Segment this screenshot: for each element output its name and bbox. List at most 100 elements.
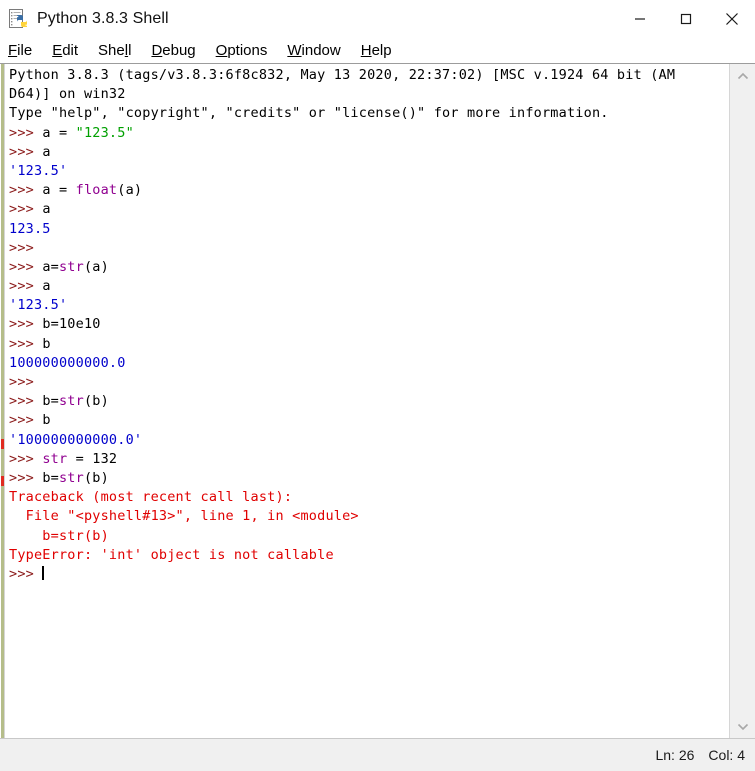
- shell-line: >>>: [9, 373, 729, 392]
- menu-item-edit[interactable]: Edit: [52, 43, 78, 58]
- scroll-track[interactable]: [730, 88, 755, 714]
- prompt-marker: >>>: [9, 124, 43, 141]
- prompt-marker: >>>: [9, 565, 43, 582]
- status-col-number: Col: 4: [708, 747, 745, 763]
- error-text: Traceback (most recent call last):: [9, 489, 293, 506]
- shell-line: >>> b=10e10: [9, 315, 729, 334]
- shell-line: >>>: [9, 565, 729, 584]
- menu-bar: File Edit Shell Debug Options Window Hel…: [0, 38, 755, 63]
- prompt-marker: >>>: [9, 239, 43, 256]
- shell-line: >>> b: [9, 335, 729, 354]
- code-text: b=10e10: [42, 316, 101, 333]
- shell-line: Type "help", "copyright", "credits" or "…: [9, 104, 729, 123]
- shell-line: >>> b: [9, 411, 729, 430]
- code-text: a=: [42, 258, 59, 275]
- minimize-button[interactable]: [617, 0, 663, 38]
- shell-line: 100000000000.0: [9, 354, 729, 373]
- shell-line: File "<pyshell#13>", line 1, in <module>: [9, 507, 729, 526]
- shell-line: Traceback (most recent call last):: [9, 488, 729, 507]
- vertical-scrollbar[interactable]: [729, 64, 755, 738]
- code-text: (b): [83, 393, 109, 410]
- shell-line: 123.5: [9, 220, 729, 239]
- code-text: a =: [42, 124, 76, 141]
- prompt-marker: >>>: [9, 469, 43, 486]
- prompt-marker: >>>: [9, 182, 43, 199]
- window-title: Python 3.8.3 Shell: [37, 10, 169, 27]
- code-text: = 132: [67, 450, 118, 467]
- banner-text: Type "help", "copyright", "credits" or "…: [9, 105, 609, 122]
- code-text: a: [42, 278, 51, 295]
- code-text: b: [42, 412, 51, 429]
- menu-item-shell[interactable]: Shell: [98, 43, 131, 58]
- prompt-marker: >>>: [9, 143, 43, 160]
- shell-line: >>>: [9, 239, 729, 258]
- python-idle-icon: [8, 8, 30, 30]
- prompt-marker: >>>: [9, 393, 43, 410]
- shell-line: TypeError: 'int' object is not callable: [9, 546, 729, 565]
- window-controls: [617, 0, 755, 38]
- banner-text: Python 3.8.3 (tags/v3.8.3:6f8c832, May 1…: [9, 67, 676, 83]
- prompt-marker: >>>: [9, 258, 43, 275]
- title-bar: Python 3.8.3 Shell: [0, 0, 755, 38]
- output-text: 100000000000.0: [9, 354, 126, 371]
- error-text: b=str(b): [9, 527, 109, 544]
- shell-line: >>> a = float(a): [9, 181, 729, 200]
- status-bar: Ln: 26 Col: 4: [0, 738, 755, 771]
- prompt-marker: >>>: [9, 201, 43, 218]
- shell-area: Python 3.8.3 (tags/v3.8.3:6f8c832, May 1…: [0, 63, 755, 738]
- error-text: TypeError: 'int' object is not callable: [9, 546, 334, 563]
- shell-line: >>> a = "123.5": [9, 124, 729, 143]
- shell-output[interactable]: Python 3.8.3 (tags/v3.8.3:6f8c832, May 1…: [5, 64, 729, 584]
- banner-text: D64)] on win32: [9, 86, 126, 103]
- output-text: '123.5': [9, 297, 68, 314]
- close-button[interactable]: [709, 0, 755, 38]
- code-text: b=: [42, 393, 59, 410]
- scroll-up-arrow[interactable]: [730, 64, 755, 88]
- code-text: (b): [83, 469, 109, 486]
- code-text: (a): [117, 182, 143, 199]
- prompt-marker: >>>: [9, 316, 43, 333]
- prompt-marker: >>>: [9, 412, 43, 429]
- code-text: a: [42, 143, 51, 160]
- shell-line: >>> b=str(b): [9, 392, 729, 411]
- maximize-button[interactable]: [663, 0, 709, 38]
- builtin-name: str: [42, 450, 68, 467]
- prompt-marker: >>>: [9, 450, 43, 467]
- output-text: '123.5': [9, 162, 68, 179]
- shell-line: >>> a: [9, 143, 729, 162]
- shell-line: '123.5': [9, 296, 729, 315]
- shell-line: >>> a: [9, 277, 729, 296]
- output-text: '100000000000.0': [9, 431, 143, 448]
- code-text: b: [42, 335, 51, 352]
- shell-line: >>> a: [9, 200, 729, 219]
- shell-line: >>> b=str(b): [9, 469, 729, 488]
- shell-line: >>> str = 132: [9, 450, 729, 469]
- shell-text[interactable]: Python 3.8.3 (tags/v3.8.3:6f8c832, May 1…: [4, 64, 729, 738]
- shell-line: >>> a=str(a): [9, 258, 729, 277]
- shell-line: '100000000000.0': [9, 431, 729, 450]
- code-text: (a): [83, 258, 109, 275]
- prompt-marker: >>>: [9, 374, 43, 390]
- shell-line: '123.5': [9, 162, 729, 181]
- code-text: b=: [42, 469, 59, 486]
- prompt-marker: >>>: [9, 278, 43, 295]
- scroll-down-arrow[interactable]: [730, 714, 755, 738]
- builtin-name: float: [75, 182, 118, 199]
- shell-line: Python 3.8.3 (tags/v3.8.3:6f8c832, May 1…: [9, 66, 729, 85]
- output-text: 123.5: [9, 220, 51, 237]
- menu-item-file[interactable]: File: [8, 43, 32, 58]
- code-text: a =: [42, 182, 76, 199]
- menu-item-help[interactable]: Help: [361, 43, 392, 58]
- text-cursor: [42, 565, 45, 580]
- status-line-number: Ln: 26: [655, 747, 695, 763]
- prompt-marker: >>>: [9, 335, 43, 352]
- builtin-name: str: [58, 393, 84, 410]
- builtin-name: str: [58, 469, 84, 486]
- shell-line: D64)] on win32: [9, 85, 729, 104]
- builtin-name: str: [58, 258, 84, 275]
- menu-item-options[interactable]: Options: [216, 43, 268, 58]
- shell-line: b=str(b): [9, 527, 729, 546]
- error-text: File "<pyshell#13>", line 1, in <module>: [9, 508, 359, 525]
- menu-item-window[interactable]: Window: [287, 43, 340, 58]
- menu-item-debug[interactable]: Debug: [151, 43, 195, 58]
